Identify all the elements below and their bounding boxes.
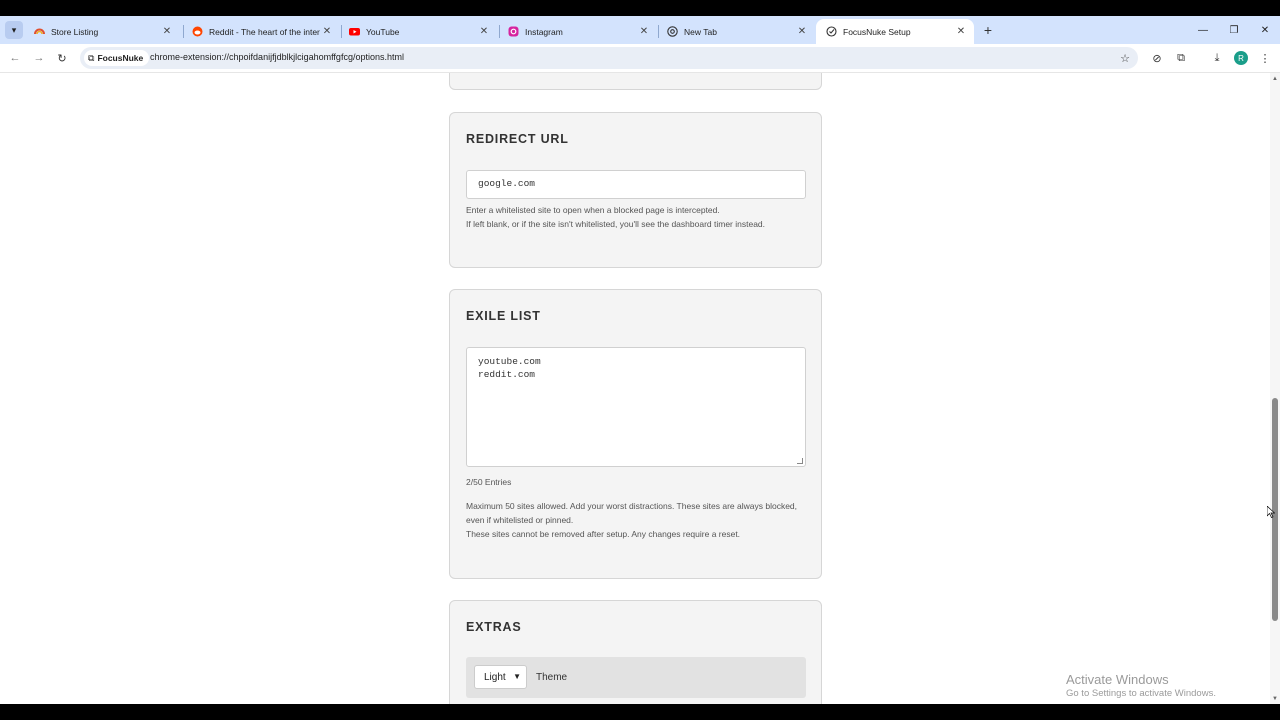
browser-toolbar: ← → ↻ ⧉ FocusNuke chrome-extension://chp… (0, 44, 1280, 72)
mouse-cursor-icon (1267, 506, 1275, 518)
reload-icon[interactable]: ↻ (53, 49, 71, 67)
tab-instagram[interactable]: Instagram ✕ (498, 19, 657, 44)
tab-title: New Tab (684, 26, 717, 37)
extension-chip[interactable]: ⧉ FocusNuke (84, 50, 150, 66)
redirect-url-hint: Enter a whitelisted site to open when a … (466, 203, 811, 231)
extras-heading: EXTRAS (466, 620, 522, 634)
youtube-icon (349, 26, 360, 37)
close-tab-icon[interactable]: ✕ (637, 25, 651, 39)
tab-title: YouTube (366, 26, 400, 37)
exile-list-hint: Maximum 50 sites allowed. Add your worst… (466, 499, 811, 541)
more-menu-icon[interactable]: ⋮ (1256, 49, 1274, 67)
download-icon[interactable]: ⤓ (1208, 49, 1226, 67)
theme-select[interactable]: Light ▼ (474, 665, 527, 689)
previous-section-card (449, 73, 822, 90)
instagram-icon (508, 26, 519, 37)
tab-title: Instagram (525, 26, 563, 37)
hint-line: If left blank, or if the site isn't whit… (466, 219, 766, 229)
extensions-puzzle-icon[interactable]: ⧉ (1172, 49, 1190, 67)
tab-title: Store Listing (51, 26, 99, 37)
tab-youtube[interactable]: YouTube ✕ (339, 19, 497, 44)
resize-handle-icon[interactable] (797, 458, 803, 464)
close-tab-icon[interactable]: ✕ (320, 25, 334, 39)
focusnuke-extension-icon[interactable]: ⊘ (1148, 49, 1166, 67)
tab-focusnuke-setup[interactable]: FocusNuke Setup ✕ (816, 19, 974, 44)
exile-entry: youtube.com (478, 356, 541, 367)
redirect-url-input[interactable]: google.com (466, 170, 806, 199)
focusnuke-icon (826, 26, 837, 37)
tab-reddit[interactable]: Reddit - The heart of the intern ✕ (182, 19, 340, 44)
exile-list-heading: EXILE LIST (466, 309, 541, 323)
exile-list-card: EXILE LIST youtube.com reddit.com 2/50 E… (449, 289, 822, 579)
exile-list-textarea[interactable]: youtube.com reddit.com (466, 347, 806, 467)
hint-line: These sites cannot be removed after setu… (466, 529, 741, 539)
tab-strip: ▾ Store Listing ✕ Reddit - The heart of … (0, 16, 1280, 44)
back-arrow-icon[interactable]: ← (6, 49, 24, 67)
url-text: chrome-extension://chpoifdanijfjdblkjlci… (150, 52, 404, 62)
profile-avatar[interactable]: R (1234, 51, 1248, 65)
tab-new-tab[interactable]: New Tab ✕ (657, 19, 815, 44)
reddit-icon (192, 26, 203, 37)
minimize-icon[interactable]: — (1194, 21, 1212, 39)
theme-label: Theme (536, 672, 568, 683)
page-scrollbar[interactable]: ▲ ▼ (1270, 73, 1280, 704)
chevron-down-icon: ▼ (513, 672, 521, 681)
exile-entry-count: 2/50 Entries (466, 477, 512, 487)
bookmark-star-icon[interactable]: ☆ (1117, 50, 1133, 66)
redirect-url-card: REDIRECT URL google.com Enter a whitelis… (449, 112, 822, 268)
options-page: REDIRECT URL google.com Enter a whitelis… (0, 72, 1280, 704)
puzzle-piece-icon: ⧉ (88, 52, 95, 63)
watermark-title: Activate Windows (1066, 672, 1169, 687)
close-tab-icon[interactable]: ✕ (160, 25, 174, 39)
activate-windows-watermark: Activate Windows Go to Settings to activ… (1066, 672, 1216, 699)
watermark-subtitle: Go to Settings to activate Windows. (1066, 688, 1216, 699)
forward-arrow-icon[interactable]: → (30, 49, 48, 67)
scroll-up-arrow-icon[interactable]: ▲ (1272, 76, 1278, 82)
theme-row: Light ▼ Theme (466, 657, 806, 698)
new-tab-plus-icon[interactable]: + (980, 22, 996, 38)
close-tab-icon[interactable]: ✕ (477, 25, 491, 39)
rainbow-icon (34, 26, 45, 37)
chrome-icon (667, 26, 678, 37)
extras-card: EXTRAS Light ▼ Theme (449, 600, 822, 704)
tab-title: FocusNuke Setup (843, 26, 911, 37)
close-window-icon[interactable]: ✕ (1256, 21, 1274, 39)
hint-line: Maximum 50 sites allowed. Add your worst… (466, 501, 798, 525)
tab-title: Reddit - The heart of the intern (209, 26, 320, 37)
hint-line: Enter a whitelisted site to open when a … (466, 205, 720, 215)
exile-entry: reddit.com (478, 368, 536, 380)
scroll-down-arrow-icon[interactable]: ▼ (1272, 696, 1278, 702)
close-tab-icon[interactable]: ✕ (954, 25, 968, 39)
close-tab-icon[interactable]: ✕ (795, 25, 809, 39)
extension-chip-label: FocusNuke (97, 53, 144, 63)
redirect-url-heading: REDIRECT URL (466, 132, 569, 146)
tab-search-chevron-icon[interactable]: ▾ (5, 21, 23, 39)
restore-icon[interactable]: ❐ (1225, 21, 1243, 39)
theme-select-value: Light (484, 671, 506, 683)
address-bar[interactable]: ⧉ FocusNuke chrome-extension://chpoifdan… (80, 47, 1138, 69)
tab-store-listing[interactable]: Store Listing ✕ (24, 19, 180, 44)
screen: ▾ Store Listing ✕ Reddit - The heart of … (0, 0, 1280, 720)
